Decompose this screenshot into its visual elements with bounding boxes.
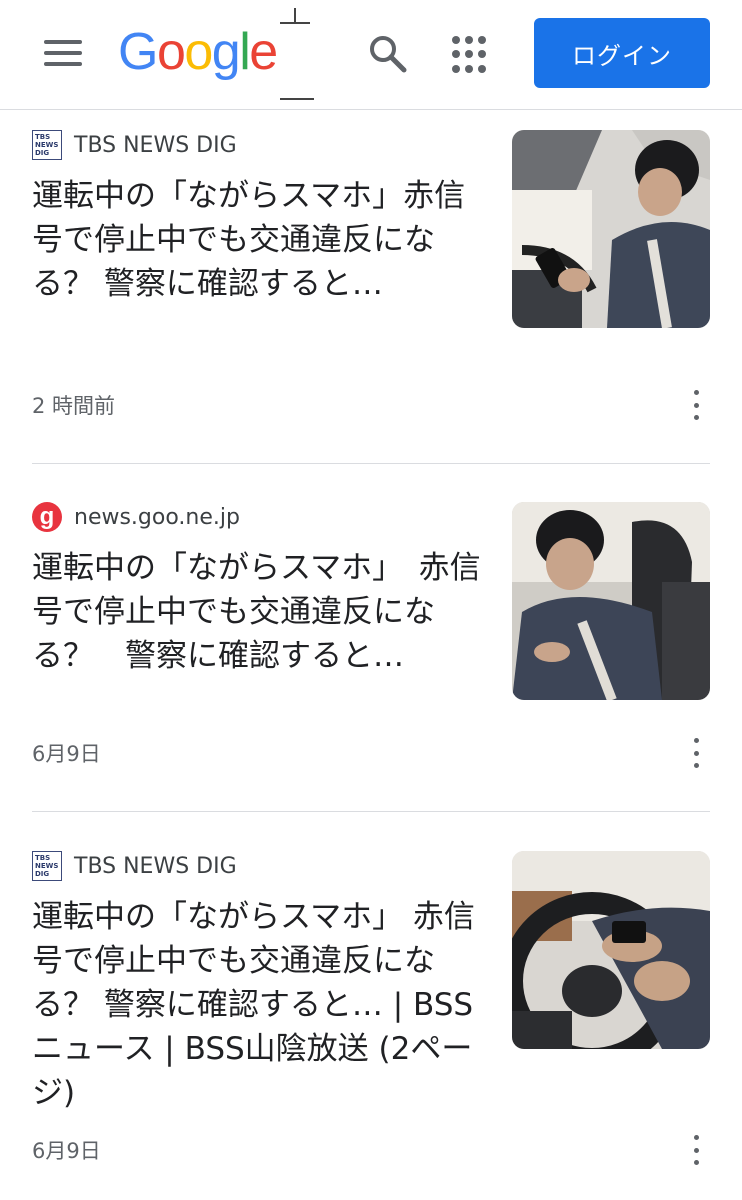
goo-news-icon: g [32, 502, 62, 532]
article-thumbnail[interactable] [512, 130, 710, 328]
article-title[interactable]: 運転中の「ながらスマホ」 赤信号で停止中でも交通違反になる？ 警察に確認すると…… [32, 895, 482, 1115]
logo-letter: g [211, 23, 241, 81]
source-row: TBS NEWS DIG TBS NEWS DIG [32, 851, 237, 881]
tbs-news-dig-icon: TBS NEWS DIG [32, 851, 62, 881]
article-title[interactable]: 運転中の「ながらスマホ」 赤信号で停止中でも交通違反になる？ 警察に確認すると… [32, 546, 482, 678]
apps-grid-icon[interactable] [452, 36, 490, 74]
source-row: g news.goo.ne.jp [32, 502, 240, 532]
hamburger-menu-icon[interactable] [44, 40, 82, 66]
divider [32, 463, 710, 464]
news-card[interactable]: TBS NEWS DIG TBS NEWS DIG 運転中の「ながらスマホ」 赤信号… [32, 851, 710, 1191]
timestamp: 2 時間前 [32, 394, 116, 418]
article-thumbnail[interactable] [512, 502, 710, 700]
login-button[interactable]: ログイン [534, 18, 710, 88]
text-cursor-mark [280, 8, 314, 104]
news-card[interactable]: TBS NEWS DIG TBS NEWS DIG 運転中の「ながらスマホ」赤信号で… [32, 130, 710, 440]
search-icon[interactable] [368, 34, 408, 74]
divider [32, 811, 710, 812]
article-thumbnail[interactable] [512, 851, 710, 1049]
timestamp: 6月9日 [32, 742, 101, 766]
logo-letter: o [156, 23, 186, 81]
article-title[interactable]: 運転中の「ながらスマホ」赤信号で停止中でも交通違反になる？ 警察に確認すると… [32, 174, 482, 306]
timestamp: 6月9日 [32, 1139, 101, 1163]
logo-letter: G [118, 23, 158, 81]
top-bar: Google ログイン [0, 0, 742, 110]
source-name: TBS NEWS DIG [74, 853, 237, 879]
source-name: TBS NEWS DIG [74, 132, 237, 158]
logo-letter: o [184, 23, 213, 81]
source-name: news.goo.ne.jp [74, 504, 240, 530]
news-card[interactable]: g news.goo.ne.jp 運転中の「ながらスマホ」 赤信号で停止中でも交… [32, 502, 710, 792]
more-options-icon[interactable] [686, 1135, 706, 1165]
more-options-icon[interactable] [686, 738, 706, 768]
source-row: TBS NEWS DIG TBS NEWS DIG [32, 130, 237, 160]
google-logo[interactable]: Google [118, 22, 278, 82]
logo-letter: l [239, 23, 251, 81]
tbs-news-dig-icon: TBS NEWS DIG [32, 130, 62, 160]
more-options-icon[interactable] [686, 390, 706, 420]
logo-letter: e [249, 23, 278, 81]
